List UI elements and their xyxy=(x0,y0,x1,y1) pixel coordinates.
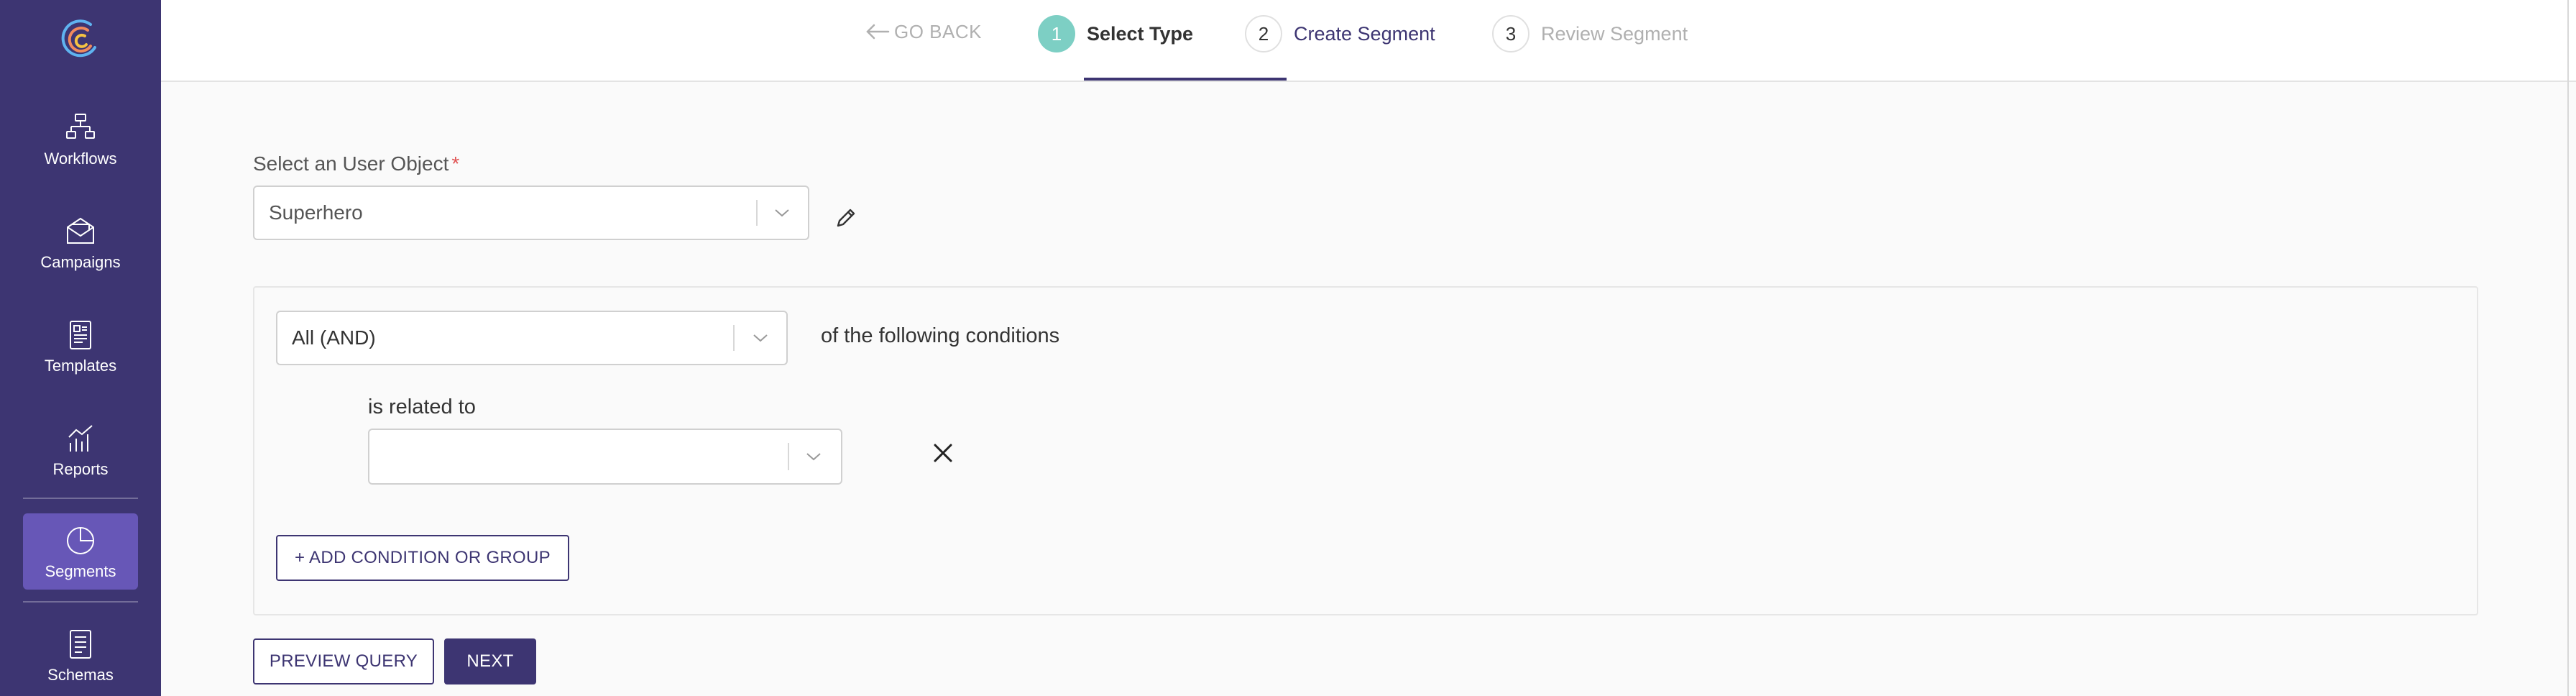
required-marker: * xyxy=(451,152,460,175)
select-divider xyxy=(733,325,735,351)
envelope-icon xyxy=(67,217,94,244)
chart-icon xyxy=(68,425,93,452)
condition-label: is related to xyxy=(368,395,476,418)
sidebar-divider xyxy=(23,601,138,603)
step-number-badge: 1 xyxy=(1038,15,1075,52)
step-number-badge: 3 xyxy=(1492,15,1530,52)
sidebar-item-templates[interactable]: Templates xyxy=(23,308,138,384)
active-step-indicator xyxy=(1084,78,1287,81)
next-button[interactable]: NEXT xyxy=(444,638,536,684)
document-icon xyxy=(70,630,91,659)
stepper-header: GO BACK 1 Select Type 2 Create Segment 3… xyxy=(161,0,2576,82)
user-object-value: Superhero xyxy=(269,201,363,224)
user-object-label: Select an User Object * xyxy=(253,152,460,175)
sidebar-item-label: Workflows xyxy=(44,150,117,168)
preview-query-button[interactable]: PREVIEW QUERY xyxy=(253,638,434,684)
sidebar: Workflows Campaigns Templates Reports Se… xyxy=(0,0,161,696)
match-type-value: All (AND) xyxy=(292,326,376,349)
sidebar-item-reports[interactable]: Reports xyxy=(23,411,138,487)
sidebar-item-segments[interactable]: Segments xyxy=(23,513,138,590)
pencil-icon[interactable] xyxy=(834,206,858,230)
sidebar-item-label: Schemas xyxy=(47,666,114,684)
select-divider xyxy=(788,443,789,470)
step-label: Create Segment xyxy=(1294,22,1435,45)
match-type-select[interactable]: All (AND) xyxy=(276,311,788,365)
chevron-down-icon[interactable] xyxy=(752,332,769,344)
match-suffix-text: of the following conditions xyxy=(821,324,1060,347)
step-label: Select Type xyxy=(1087,22,1194,45)
template-icon xyxy=(70,321,91,349)
arrow-left-icon xyxy=(866,24,890,40)
sidebar-item-campaigns[interactable]: Campaigns xyxy=(23,204,138,280)
sidebar-item-label: Segments xyxy=(45,562,116,580)
related-object-select[interactable] xyxy=(368,429,842,485)
user-object-select[interactable]: Superhero xyxy=(253,186,809,240)
sidebar-item-label: Campaigns xyxy=(40,253,121,271)
step-create-segment[interactable]: 2 Create Segment xyxy=(1245,14,1435,53)
sidebar-item-schemas[interactable]: Schemas xyxy=(23,617,138,693)
step-label: Review Segment xyxy=(1541,22,1688,45)
app-logo-icon[interactable] xyxy=(58,16,104,62)
add-condition-button[interactable]: + ADD CONDITION OR GROUP xyxy=(276,535,569,581)
page-edge-divider xyxy=(2567,0,2569,696)
go-back-label: GO BACK xyxy=(894,21,982,42)
select-divider xyxy=(756,200,758,226)
pie-chart-icon xyxy=(67,527,94,554)
workflow-icon xyxy=(66,114,95,139)
sidebar-divider xyxy=(23,498,138,499)
go-back-link[interactable]: GO BACK xyxy=(865,21,982,43)
step-select-type[interactable]: 1 Select Type xyxy=(1038,14,1193,53)
sidebar-item-label: Reports xyxy=(52,460,109,478)
sidebar-item-workflows[interactable]: Workflows xyxy=(23,101,138,177)
step-number-badge: 2 xyxy=(1245,15,1282,52)
chevron-down-icon[interactable] xyxy=(805,451,822,462)
step-review-segment[interactable]: 3 Review Segment xyxy=(1492,14,1688,53)
sidebar-item-label: Templates xyxy=(44,357,117,375)
chevron-down-icon[interactable] xyxy=(773,207,791,219)
close-icon[interactable] xyxy=(930,440,956,466)
